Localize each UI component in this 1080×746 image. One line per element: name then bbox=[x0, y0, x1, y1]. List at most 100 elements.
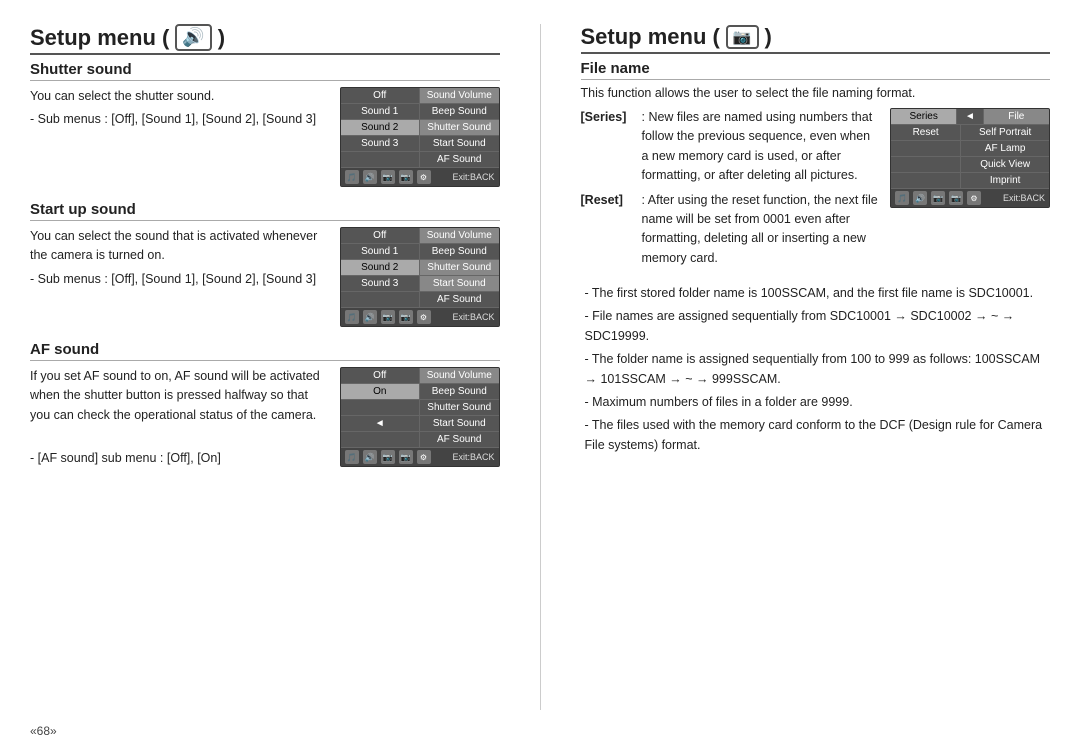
cam-icon-2: 🔊 bbox=[363, 450, 377, 464]
cam-exit-label: Exit:BACK bbox=[452, 452, 494, 462]
file-name-section: File name This function allows the user … bbox=[581, 60, 1051, 455]
cam-row-0: Series ◄ File bbox=[891, 109, 1049, 125]
cam-icon-5: ⚙ bbox=[967, 191, 981, 205]
shutter-sound-cam-ui: Off Sound Volume Sound 1 Beep Sound Soun… bbox=[340, 87, 500, 187]
file-name-entries: [Series] : New files are named using num… bbox=[581, 108, 881, 273]
startup-sound-text: You can select the sound that is activat… bbox=[30, 227, 330, 293]
page-number: «68» bbox=[30, 724, 57, 738]
cam-icon-4: 📷 bbox=[949, 191, 963, 205]
file-name-bullets: - The first stored folder name is 100SSC… bbox=[581, 283, 1051, 455]
file-name-cam-ui: Series ◄ File Reset Self Portrait AF Lam… bbox=[890, 108, 1050, 208]
cam-icon-1: 🎵 bbox=[345, 310, 359, 324]
bullet-2: - File names are assigned sequentially f… bbox=[581, 306, 1051, 346]
camera-setup-icon: 📷 bbox=[726, 25, 759, 49]
cam-cell: ◄ bbox=[957, 109, 983, 124]
cam-icon-3: 📷 bbox=[381, 310, 395, 324]
shutter-sound-text: You can select the shutter sound. - Sub … bbox=[30, 87, 330, 134]
shutter-sound-title: Shutter sound bbox=[30, 61, 500, 78]
af-sound-body: If you set AF sound to on, AF sound will… bbox=[30, 367, 500, 472]
cam-row-2: Sound 2 Shutter Sound bbox=[341, 120, 499, 136]
cam-cell bbox=[341, 292, 421, 307]
bullet-5: - The files used with the memory card co… bbox=[581, 415, 1051, 455]
right-title-bar: Setup menu ( 📷 ) bbox=[581, 24, 1051, 54]
cam-exit-label: Exit:BACK bbox=[452, 172, 494, 182]
cam-row-3: Sound 3 Start Sound bbox=[341, 136, 499, 152]
cam-row-4: AF Sound bbox=[341, 152, 499, 168]
fn-reset-label: [Reset] bbox=[581, 191, 636, 269]
shutter-sound-body: You can select the shutter sound. - Sub … bbox=[30, 87, 500, 187]
cam-icon-3: 📷 bbox=[931, 191, 945, 205]
cam-row-0: Off Sound Volume bbox=[341, 88, 499, 104]
cam-row-0: Off Sound Volume bbox=[341, 228, 499, 244]
cam-cell bbox=[891, 141, 961, 156]
cam-cell-selected: Sound 2 bbox=[341, 260, 421, 275]
af-sound-text: If you set AF sound to on, AF sound will… bbox=[30, 367, 330, 472]
cam-cell-selected: Series bbox=[891, 109, 957, 124]
cam-icon-2: 🔊 bbox=[363, 170, 377, 184]
cam-cell: Sound Volume bbox=[420, 88, 499, 103]
cam-exit-label: Exit:BACK bbox=[452, 312, 494, 322]
cam-cell: Off bbox=[341, 228, 421, 243]
cam-icon-4: 📷 bbox=[399, 310, 413, 324]
left-section-title: Setup menu ( 🔊 ) bbox=[30, 24, 500, 51]
fn-series-desc: : New files are named using numbers that… bbox=[642, 108, 881, 186]
cam-cell: Shutter Sound bbox=[420, 400, 499, 415]
cam-row-3: ◄ Start Sound bbox=[341, 416, 499, 432]
cam-row-1: Sound 1 Beep Sound bbox=[341, 244, 499, 260]
bullet-4: - Maximum numbers of files in a folder a… bbox=[581, 392, 1051, 412]
cam-cell: Start Sound bbox=[420, 276, 499, 291]
shutter-sound-section: Shutter sound You can select the shutter… bbox=[30, 61, 500, 187]
cam-cell: ◄ bbox=[341, 416, 421, 431]
cam-cell: Beep Sound bbox=[420, 104, 499, 119]
cam-icon-2: 🔊 bbox=[363, 310, 377, 324]
fn-reset-desc: : After using the reset function, the ne… bbox=[642, 191, 881, 269]
cam-cell: Self Portrait bbox=[961, 125, 1049, 140]
cam-cell: Off bbox=[341, 368, 421, 383]
cam-icon-5: ⚙ bbox=[417, 450, 431, 464]
left-column: Setup menu ( 🔊 ) Shutter sound You can s… bbox=[30, 24, 500, 710]
right-section-title: Setup menu ( 📷 ) bbox=[581, 24, 1051, 50]
cam-cell: AF Lamp bbox=[961, 141, 1049, 156]
cam-row-2: Sound 2 Shutter Sound bbox=[341, 260, 499, 276]
af-sound-section: AF sound If you set AF sound to on, AF s… bbox=[30, 341, 500, 472]
cam-cell: Sound 1 bbox=[341, 244, 421, 259]
cam-icon-5: ⚙ bbox=[417, 170, 431, 184]
cam-bottom: 🎵 🔊 📷 📷 ⚙ Exit:BACK bbox=[341, 168, 499, 186]
cam-bottom: 🎵 🔊 📷 📷 ⚙ Exit:BACK bbox=[341, 308, 499, 326]
cam-row-2: Shutter Sound bbox=[341, 400, 499, 416]
cam-cell: Sound Volume bbox=[420, 228, 499, 243]
af-sound-title-bar: AF sound bbox=[30, 341, 500, 361]
cam-cell: Beep Sound bbox=[420, 384, 499, 399]
fn-reset-row: [Reset] : After using the reset function… bbox=[581, 191, 881, 269]
left-title-bar: Setup menu ( 🔊 ) bbox=[30, 24, 500, 55]
cam-row-2: AF Lamp bbox=[891, 141, 1049, 157]
cam-row-1: Reset Self Portrait bbox=[891, 125, 1049, 141]
file-name-description: This function allows the user to select … bbox=[581, 86, 1051, 100]
cam-cell: AF Sound bbox=[420, 432, 499, 447]
cam-icon-5: ⚙ bbox=[417, 310, 431, 324]
cam-cell: Off bbox=[341, 88, 421, 103]
startup-sound-title-bar: Start up sound bbox=[30, 201, 500, 221]
column-divider bbox=[540, 24, 541, 710]
startup-sound-cam-ui: Off Sound Volume Sound 1 Beep Sound Soun… bbox=[340, 227, 500, 327]
cam-cell: File bbox=[984, 109, 1049, 124]
cam-row-4: AF Sound bbox=[341, 432, 499, 448]
cam-cell: Start Sound bbox=[420, 136, 499, 151]
af-sound-cam-ui: Off Sound Volume On Beep Sound Shutter S… bbox=[340, 367, 500, 467]
cam-cell bbox=[341, 400, 421, 415]
cam-cell: AF Sound bbox=[420, 152, 499, 167]
cam-cell: AF Sound bbox=[420, 292, 499, 307]
cam-cell bbox=[341, 432, 421, 447]
cam-row-4: AF Sound bbox=[341, 292, 499, 308]
shutter-sound-title-bar: Shutter sound bbox=[30, 61, 500, 81]
bullet-3: - The folder name is assigned sequential… bbox=[581, 349, 1051, 389]
right-column: Setup menu ( 📷 ) File name This function… bbox=[581, 24, 1051, 710]
cam-icon-4: 📷 bbox=[399, 450, 413, 464]
cam-cell: Sound 1 bbox=[341, 104, 421, 119]
page-footer: «68» bbox=[0, 720, 1080, 746]
cam-cell: Shutter Sound bbox=[420, 120, 499, 135]
cam-row-3: Sound 3 Start Sound bbox=[341, 276, 499, 292]
cam-row-1: Sound 1 Beep Sound bbox=[341, 104, 499, 120]
cam-cell bbox=[891, 157, 961, 172]
file-name-title: File name bbox=[581, 60, 1051, 77]
